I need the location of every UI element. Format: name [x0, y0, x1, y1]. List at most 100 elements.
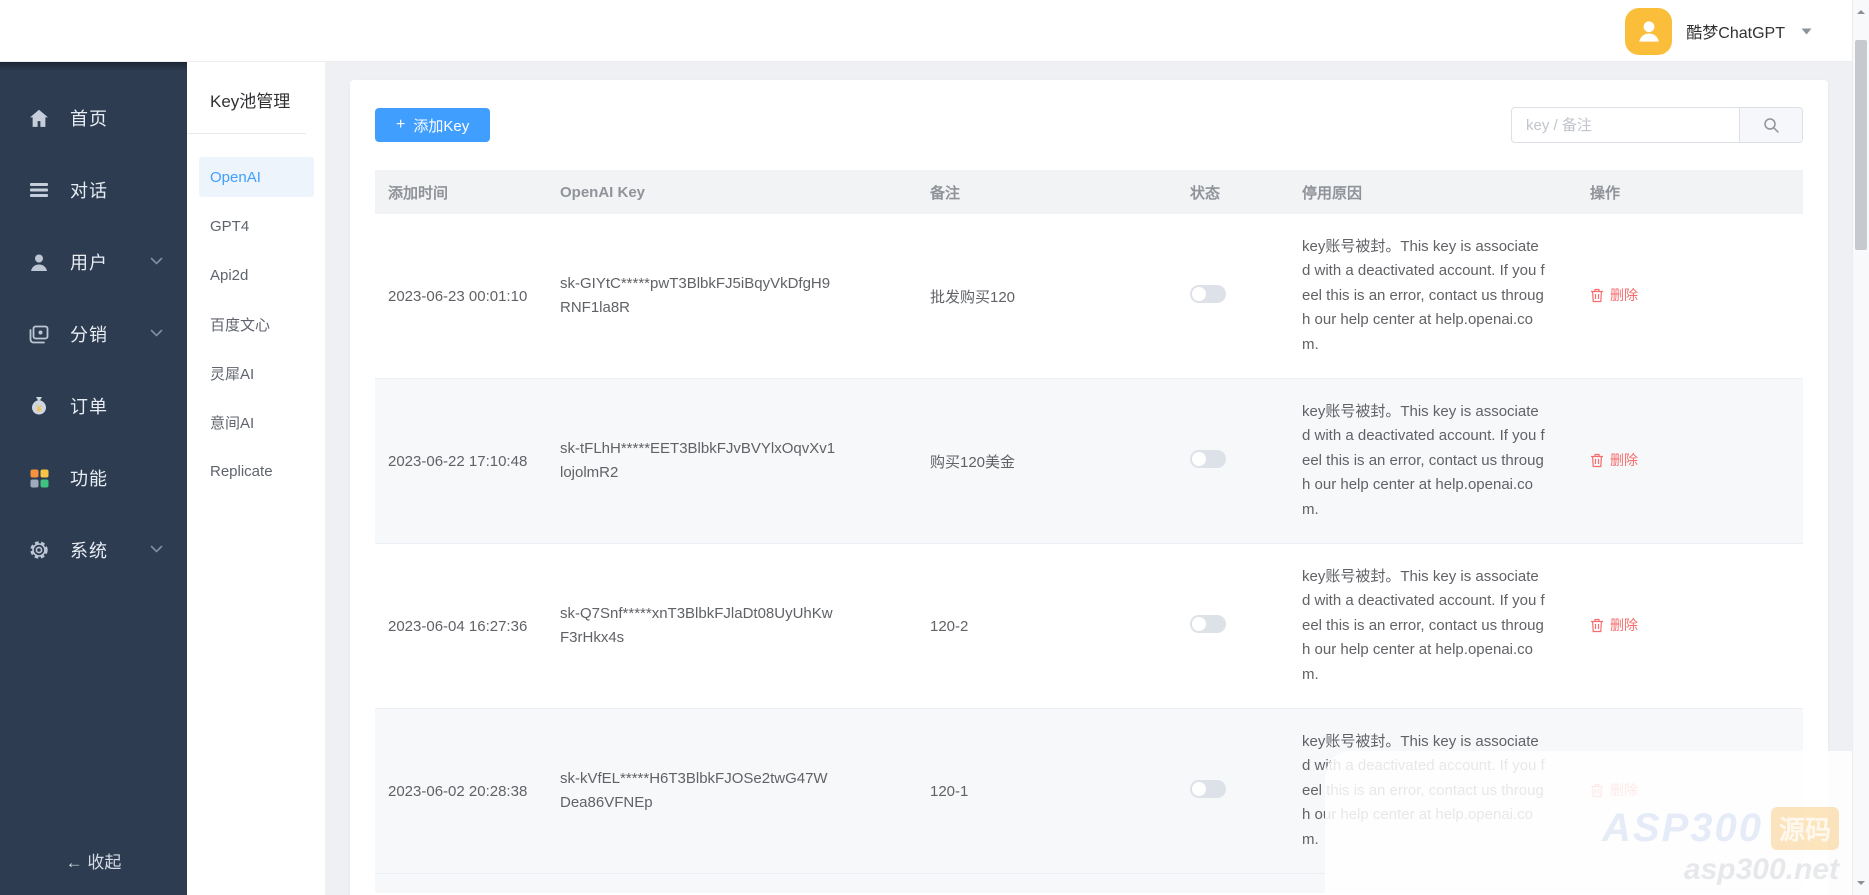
sidebar-item-features[interactable]: 功能: [0, 442, 187, 514]
home-icon: [28, 109, 50, 128]
cell-action: 删除: [1580, 450, 1803, 472]
cell-action: 删除: [1580, 615, 1803, 637]
cell-action: 删除: [1580, 285, 1803, 307]
cell-note: 批发购买120: [915, 286, 1175, 307]
submenu-item-api2d[interactable]: Api2d: [199, 255, 314, 295]
col-header-reason: 停用原因: [1290, 182, 1580, 203]
cell-key: sk-tFLhH*****EET3BlbkFJvBVYlxOqvXv1lojol…: [545, 437, 915, 485]
sidebar-item-label: 首页: [70, 105, 165, 131]
trash-icon: [1590, 618, 1604, 633]
scroll-up-icon[interactable]: [1856, 7, 1866, 17]
table-row: 2023-06-04 16:27:36 sk-Q7Snf*****xnT3Blb…: [375, 544, 1803, 709]
col-header-key: OpenAI Key: [545, 184, 915, 201]
delete-label: 删除: [1610, 450, 1638, 470]
col-header-time: 添加时间: [375, 182, 545, 203]
watermark-domain: asp300.net: [1602, 853, 1839, 887]
submenu-title: Key池管理: [187, 62, 306, 134]
status-toggle[interactable]: [1190, 450, 1226, 468]
cell-note: 购买120美金: [915, 451, 1175, 472]
scrollbar-thumb[interactable]: [1855, 40, 1867, 250]
cell-status: [1175, 450, 1290, 472]
trash-icon: [1590, 453, 1604, 468]
topbar: 酷梦ChatGPT: [0, 0, 1869, 62]
cell-key: sk-kVfEL*****H6T3BlbkFJOSe2twG47WDea86VF…: [545, 767, 915, 815]
watermark: ASP300 源码 asp300.net: [1602, 806, 1839, 887]
sidebar-item-home[interactable]: 首页: [0, 82, 187, 154]
cell-time: 2023-06-02 20:28:38: [375, 783, 545, 800]
delete-button[interactable]: 删除: [1590, 285, 1638, 305]
toolbar: + 添加Key: [375, 108, 1803, 143]
chevron-down-icon: [150, 541, 163, 559]
cell-status: [1175, 780, 1290, 802]
chevron-down-icon: [150, 325, 163, 343]
submenu-item-lingxi[interactable]: 灵犀AI: [199, 353, 314, 393]
avatar[interactable]: [1625, 8, 1672, 55]
watermark-badge: 源码: [1771, 807, 1839, 850]
cell-key: sk-Q7Snf*****xnT3BlbkFJlaDt08UyUhKwF3rHk…: [545, 602, 915, 650]
submenu-item-gpt4[interactable]: GPT4: [199, 206, 314, 246]
submenu-item-baidu[interactable]: 百度文心: [199, 304, 314, 344]
status-toggle[interactable]: [1190, 780, 1226, 798]
list-icon: [28, 182, 50, 198]
page-scrollbar[interactable]: [1852, 0, 1869, 895]
table-header: 添加时间 OpenAI Key 备注 状态 停用原因 操作: [375, 170, 1803, 214]
status-toggle[interactable]: [1190, 285, 1226, 303]
chevron-down-icon: [1801, 28, 1812, 35]
apps-grid-icon: [28, 469, 50, 488]
cell-note: 120-2: [915, 618, 1175, 635]
delete-button[interactable]: 删除: [1590, 615, 1638, 635]
collapse-sidebar-button[interactable]: ← 收起: [0, 848, 187, 873]
user-menu[interactable]: 酷梦ChatGPT: [1625, 0, 1812, 62]
table-row: 2023-06-23 00:01:10 sk-GIYtC*****pwT3Blb…: [375, 214, 1803, 379]
sidebar-item-label: 分销: [70, 321, 150, 347]
collapse-label: 收起: [87, 853, 121, 872]
sidebar-item-system[interactable]: 系统: [0, 514, 187, 586]
person-icon: [1634, 16, 1664, 46]
delete-label: 删除: [1610, 285, 1638, 305]
gear-icon: [28, 540, 50, 560]
submenu-item-replicate[interactable]: Replicate: [199, 451, 314, 491]
watermark-overlay: ASP300 源码 asp300.net: [1325, 751, 1869, 895]
sidebar-item-orders[interactable]: 订单: [0, 370, 187, 442]
search-group: [1511, 107, 1803, 143]
sidebar: 首页 对话 用户: [0, 62, 187, 895]
submenu-item-openai[interactable]: OpenAI: [199, 157, 314, 197]
sidebar-item-label: 订单: [70, 393, 165, 419]
user-icon: [28, 253, 50, 272]
add-key-button[interactable]: + 添加Key: [375, 108, 490, 142]
scroll-down-icon[interactable]: [1856, 878, 1866, 888]
cell-status: [1175, 285, 1290, 307]
cell-note: 120-1: [915, 783, 1175, 800]
col-header-action: 操作: [1580, 182, 1803, 203]
sidebar-item-distribution[interactable]: 分销: [0, 298, 187, 370]
table-row: 2023-06-22 17:10:48 sk-tFLhH*****EET3Blb…: [375, 379, 1803, 544]
cell-time: 2023-06-22 17:10:48: [375, 453, 545, 470]
chevron-down-icon: [150, 253, 163, 271]
cell-reason: key账号被封。This key is associated with a de…: [1290, 400, 1580, 523]
sidebar-item-label: 用户: [70, 249, 150, 275]
left-arrow-icon: ←: [66, 853, 83, 872]
cell-key: sk-GIYtC*****pwT3BlbkFJ5iBqyVkDfgH9RNF1l…: [545, 272, 915, 320]
status-toggle[interactable]: [1190, 615, 1226, 633]
sidebar-item-chat[interactable]: 对话: [0, 154, 187, 226]
cell-time: 2023-06-23 00:01:10: [375, 288, 545, 305]
search-input[interactable]: [1512, 108, 1739, 142]
submenu-panel: Key池管理 OpenAI GPT4 Api2d 百度文心 灵犀AI 意间AI …: [187, 62, 326, 895]
delete-button[interactable]: 删除: [1590, 450, 1638, 470]
sidebar-item-users[interactable]: 用户: [0, 226, 187, 298]
sidebar-item-label: 系统: [70, 537, 150, 563]
sidebar-item-label: 功能: [70, 465, 165, 491]
page: 酷梦ChatGPT 首页: [0, 0, 1869, 895]
delete-label: 删除: [1610, 615, 1638, 635]
cell-status: [1175, 615, 1290, 637]
col-header-note: 备注: [915, 182, 1175, 203]
username: 酷梦ChatGPT: [1686, 19, 1785, 43]
cell-reason: key账号被封。This key is associated with a de…: [1290, 235, 1580, 358]
watermark-brand: ASP300: [1602, 806, 1763, 851]
col-header-status: 状态: [1175, 182, 1290, 203]
sidebar-item-label: 对话: [70, 177, 165, 203]
submenu-item-yijian[interactable]: 意间AI: [199, 402, 314, 442]
add-key-label: 添加Key: [413, 115, 469, 136]
search-button[interactable]: [1739, 108, 1802, 142]
search-icon: [1763, 117, 1780, 134]
